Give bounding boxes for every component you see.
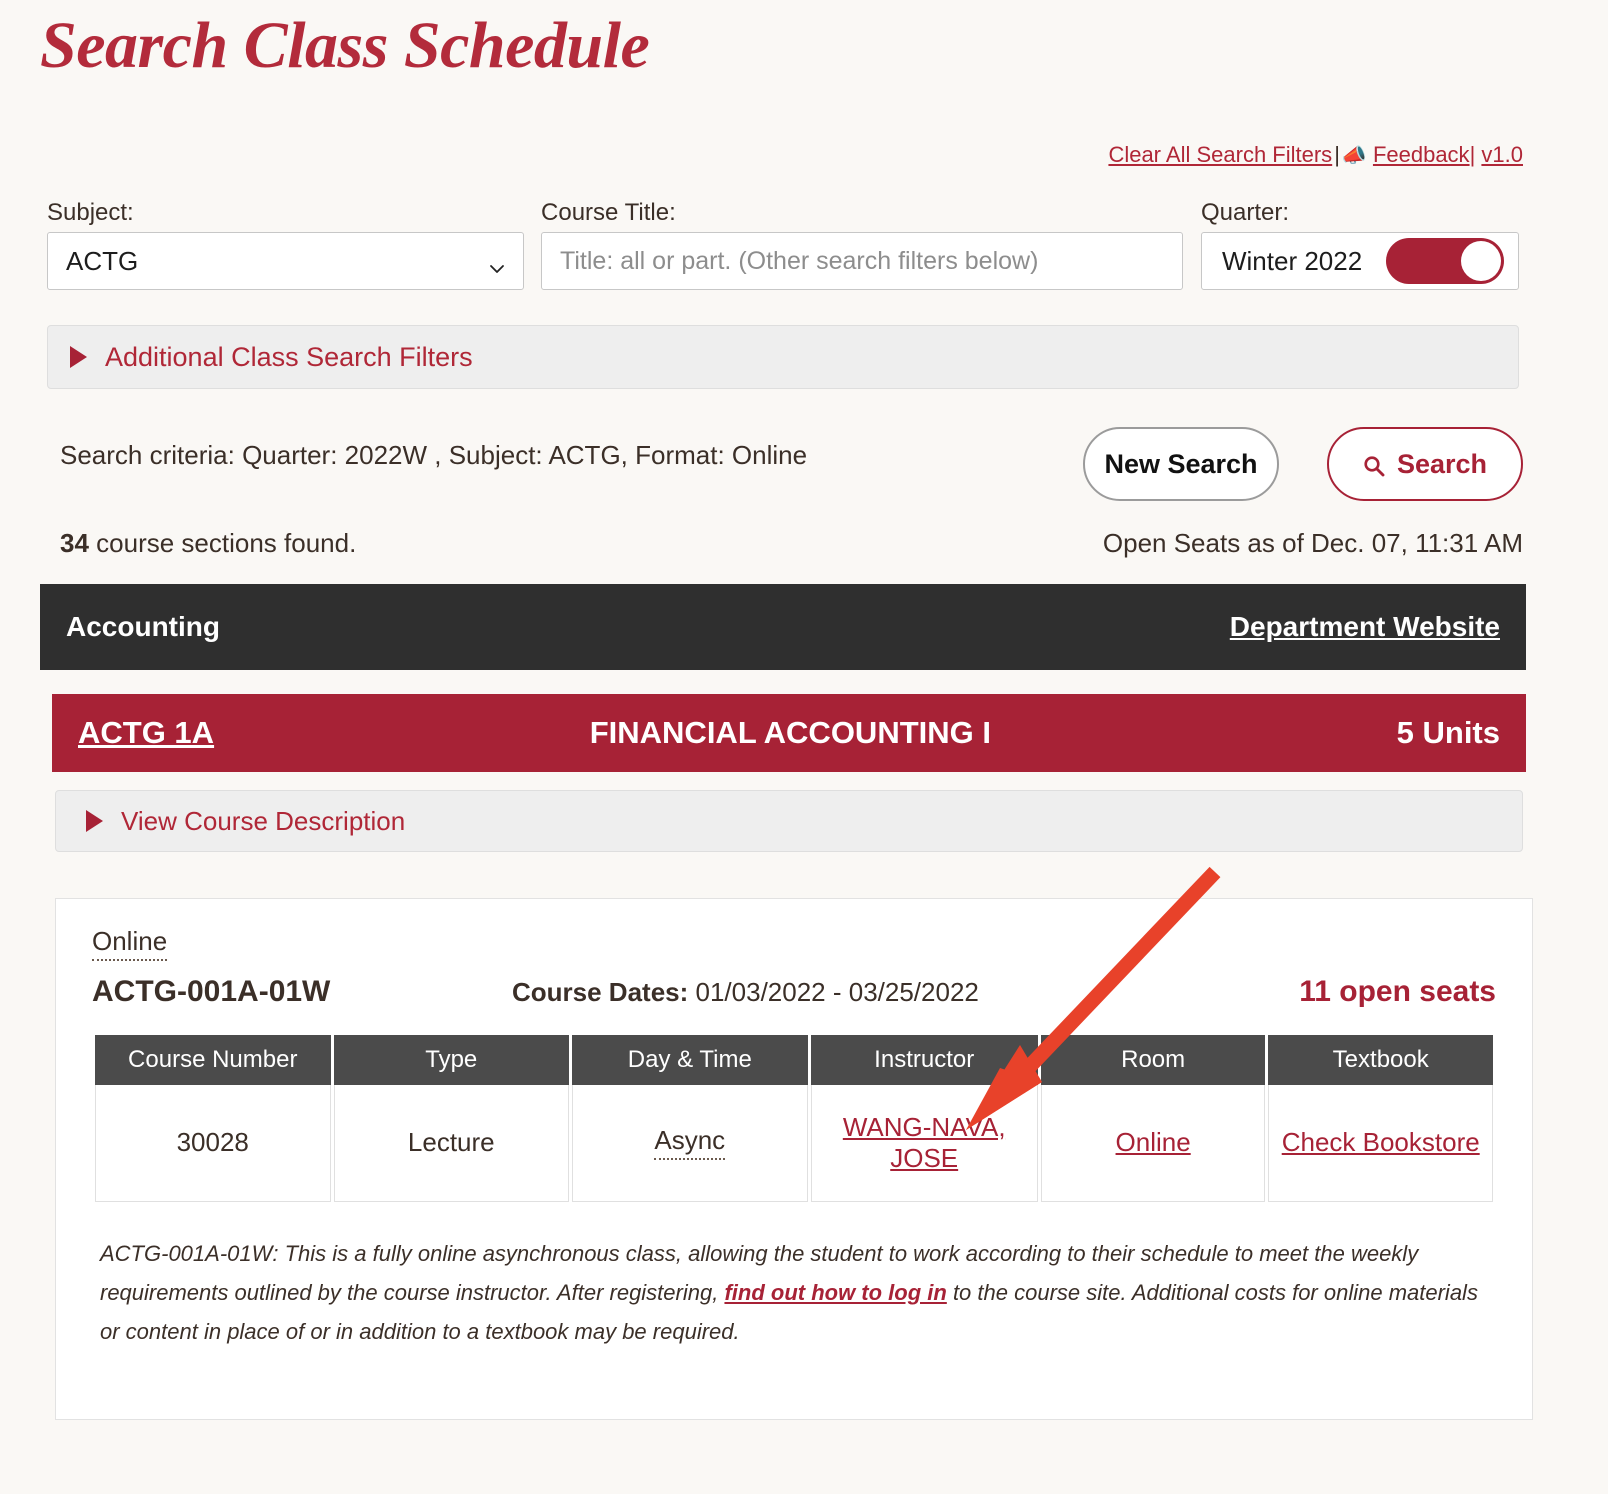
cell-type: Lecture [333,1084,570,1202]
section-modality: Online [92,927,168,961]
section-table: Course Number Type Day & Time Instructor… [92,1034,1496,1202]
quarter-label: Quarter: [1200,199,1290,226]
course-header: ACTG 1A FINANCIAL ACCOUNTING I 5 Units [52,694,1526,772]
course-dates-value: 01/03/2022 - 03/25/2022 [688,976,979,1007]
course-title-field-group: Course Title: [541,199,1183,291]
cell-course-number: 30028 [95,1084,331,1202]
day-time-value: Async [654,1125,726,1161]
th-course-number: Course Number [95,1034,331,1085]
results-count-number: 34 [60,528,89,558]
quarter-field-group: Quarter: Winter 2022 [1200,199,1519,291]
results-count: 34 course sections found. [60,528,356,559]
th-instructor: Instructor [810,1034,1038,1085]
results-count-text: course sections found. [88,528,357,558]
course-dates-label: Course Dates: [512,976,689,1007]
cell-instructor: WANG-NAVA, JOSE [810,1084,1038,1202]
quarter-control[interactable]: Winter 2022 [1200,232,1519,291]
course-dates: Course Dates: 01/03/2022 - 03/25/2022 [512,977,1299,1008]
open-seats-timestamp: Open Seats as of Dec. 07, 11:31 AM [1102,528,1523,558]
view-course-description-label: View Course Description [121,805,406,836]
section-header: Online ACTG-001A-01W Course Dates: 01/03… [56,899,1532,1009]
search-criteria-text: Search criteria: Quarter: 2022W , Subjec… [60,440,808,470]
search-button[interactable]: Search [1327,427,1523,501]
version-separator: | [1469,142,1476,167]
table-header-row: Course Number Type Day & Time Instructor… [95,1034,1493,1085]
subject-select[interactable]: ACTG [47,232,525,291]
subject-selected-value: ACTG [66,245,139,276]
quarter-value: Winter 2022 [1221,245,1363,276]
triangle-right-icon [70,346,87,368]
check-bookstore-link[interactable]: Check Bookstore [1282,1127,1480,1157]
how-to-log-in-link[interactable]: find out how to log in [724,1280,946,1305]
page-title: Search Class Schedule [40,9,650,82]
department-website-link[interactable]: Department Website [1230,611,1500,643]
th-day-time: Day & Time [572,1034,808,1085]
search-filters-row: Subject: ACTG Course Title: Quarter: Win… [47,199,1519,291]
th-room: Room [1040,1034,1266,1085]
section-note: ACTG-001A-01W: This is a fully online as… [100,1234,1488,1351]
search-buttons: New Search Search [1083,427,1523,501]
chevron-down-icon [489,253,505,274]
triangle-right-icon [86,810,103,832]
new-search-button[interactable]: New Search [1083,427,1279,501]
search-button-label: Search [1396,448,1488,479]
room-link[interactable]: Online [1116,1127,1191,1157]
table-row: 30028 Lecture Async WANG-NAVA, JOSE Onli… [95,1084,1493,1202]
section-card: Online ACTG-001A-01W Course Dates: 01/03… [55,898,1533,1420]
th-type: Type [333,1034,570,1085]
course-title-input[interactable] [541,232,1183,291]
course-title-label: Course Title: [541,199,676,226]
subject-label: Subject: [47,199,134,226]
cell-textbook: Check Bookstore [1268,1084,1493,1202]
open-seats-count: 11 open seats [1299,974,1496,1008]
quarter-toggle[interactable] [1386,238,1504,285]
link-separator: | [1334,142,1340,167]
cell-room: Online [1040,1084,1266,1202]
course-title: FINANCIAL ACCOUNTING I [589,715,991,750]
course-code-link[interactable]: ACTG 1A [78,715,214,751]
subject-field-group: Subject: ACTG [47,199,525,291]
top-utility-links: Clear All Search Filters| 📣 Feedback| v1.… [1108,142,1523,168]
course-units: 5 Units [1396,715,1500,750]
megaphone-icon: 📣 [1341,145,1367,167]
cell-day-time: Async [572,1084,808,1202]
section-summary-row: ACTG-001A-01W Course Dates: 01/03/2022 -… [92,975,1496,1009]
magnifier-icon [1363,453,1385,477]
additional-filters-label: Additional Class Search Filters [105,341,473,372]
feedback-link[interactable]: Feedback [1373,142,1470,167]
clear-all-search-filters-link[interactable]: Clear All Search Filters [1108,142,1332,167]
th-textbook: Textbook [1268,1034,1493,1085]
additional-filters-accordion[interactable]: Additional Class Search Filters [47,325,1519,389]
toggle-knob [1461,241,1501,282]
department-header: Accounting Department Website [40,584,1526,670]
view-course-description-accordion[interactable]: View Course Description [55,790,1523,852]
version-link[interactable]: v1.0 [1481,142,1523,167]
instructor-link[interactable]: WANG-NAVA, JOSE [843,1112,1006,1173]
section-id: ACTG-001A-01W [92,974,331,1008]
department-name: Accounting [66,611,220,642]
